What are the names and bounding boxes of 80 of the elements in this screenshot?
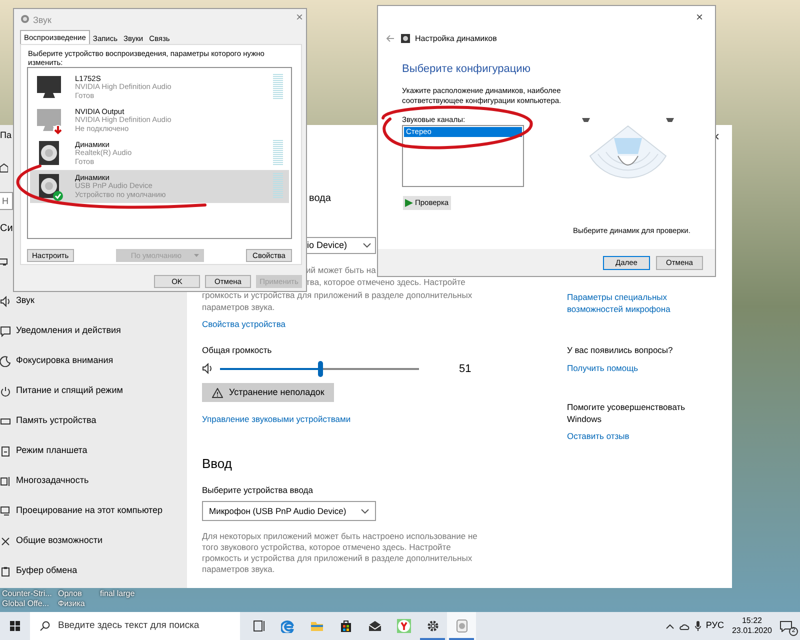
speech-bubble-icon [0, 326, 11, 336]
caret-icon [194, 254, 199, 257]
input-description: Для некоторых приложений может быть настроено использование не того звукового устройства, которое отмечено здесь. Настройте громкость и устройства для приложений в разделе дополнительных параметров звука. [202, 531, 478, 575]
input-device-dropdown[interactable]: Микрофон (USB PnP Audio Device) [202, 501, 376, 521]
play-icon [405, 199, 413, 207]
drive-icon [0, 416, 11, 426]
folder-icon [310, 619, 324, 633]
manage-devices-link[interactable]: Управление звуковыми устройствами [202, 413, 351, 426]
description-text: параметров звука. [202, 302, 275, 313]
shopping-bag-icon [338, 619, 352, 633]
speaker-icon [401, 34, 410, 43]
sidebar-item[interactable]: Режим планшета [0, 444, 88, 458]
output-device-dropdown[interactable]: io Device) [307, 237, 376, 254]
taskbar-search-field[interactable]: Введите здесь текст для поиска [30, 612, 240, 640]
chevron-down-icon [361, 508, 369, 514]
back-arrow-icon[interactable] [386, 35, 394, 42]
task-view-icon [252, 619, 266, 633]
window-title: Звук [33, 14, 52, 27]
home-icon[interactable] [0, 163, 8, 173]
sidebar-item[interactable]: Уведомления и действия [0, 324, 121, 338]
warning-icon [212, 388, 223, 398]
power-icon [0, 386, 11, 396]
speaker-icon [0, 296, 11, 306]
search-icon [40, 621, 50, 631]
tablet-icon [0, 446, 11, 456]
speaker-icon [20, 14, 30, 24]
chevron-down-icon [363, 243, 371, 248]
gear-icon [426, 619, 440, 633]
sidebar-item[interactable]: Многозадачность [0, 474, 89, 488]
running-indicator [449, 638, 474, 640]
speaker-icon[interactable] [202, 363, 214, 374]
device-properties-link[interactable]: Свойства устройства [202, 318, 286, 331]
sidebar-item[interactable]: Общие возможности [0, 534, 103, 548]
microphone-icon[interactable] [694, 621, 701, 631]
clock-date[interactable]: 23.01.2020 [732, 626, 772, 636]
volume-label: Общая громкость [202, 344, 272, 356]
get-help-link[interactable]: Получить помощь [567, 362, 638, 374]
section-heading: Си [0, 222, 13, 236]
sidebar-item[interactable]: Звук [0, 294, 34, 308]
running-indicator [420, 638, 445, 640]
volume-slider[interactable] [220, 360, 419, 377]
window-title: Па [0, 129, 12, 142]
section-heading: вода [309, 192, 331, 206]
clock-time[interactable]: 15:22 [742, 616, 762, 626]
cloud-icon[interactable] [678, 622, 690, 630]
close-button[interactable]: × [296, 11, 304, 23]
questions-heading: У вас появились вопросы? [567, 344, 673, 357]
clipboard-icon [0, 566, 11, 576]
volume-value: 51 [459, 362, 472, 376]
input-label: Выберите устройства ввода [202, 484, 313, 497]
search-field[interactable]: Н [0, 192, 13, 210]
section-heading: Ввод [202, 454, 232, 473]
sidebar-item[interactable]: Проецирование на этот компьютер [0, 504, 163, 518]
improve-heading: Помогите усовершенствовать Windows [567, 400, 686, 424]
sidebar-item[interactable]: Буфер обмена [0, 564, 78, 578]
notification-icon[interactable] [780, 620, 792, 632]
windows-logo-icon [10, 621, 20, 631]
window-title: Настройка динамиков [415, 33, 497, 45]
description-text: тва, которое отмечено здесь. Настройте [306, 277, 466, 288]
sidebar-item[interactable]: Питание и спящий режим [0, 384, 123, 398]
sidebar-item[interactable]: Память устройства [0, 414, 96, 428]
feedback-link[interactable]: Оставить отзыв [567, 430, 630, 442]
slider-thumb[interactable] [318, 360, 324, 377]
projector-icon [0, 506, 11, 516]
monitor-icon [0, 258, 8, 266]
sidebar-item[interactable]: Фокусировка внимания [0, 354, 114, 368]
letter-y-icon [396, 619, 410, 633]
cross-icon [0, 536, 11, 546]
troubleshoot-button[interactable]: Устранение неполадок [202, 383, 334, 402]
moon-icon [0, 356, 11, 366]
browser-icon [280, 619, 294, 633]
chevron-up-icon[interactable] [666, 624, 674, 628]
dialog-heading: Выберите конфигурацию [402, 62, 531, 77]
description-text: громкость и устройства для приложений в разделе дополнительных [202, 290, 472, 301]
language-indicator[interactable]: РУС [706, 619, 724, 633]
multitask-icon [0, 476, 11, 486]
speaker-icon [454, 619, 468, 633]
microphone-accessibility-link[interactable]: Параметры специальных возможностей микрофона [567, 291, 707, 315]
close-button[interactable]: × [696, 11, 704, 23]
envelope-icon [368, 619, 382, 633]
